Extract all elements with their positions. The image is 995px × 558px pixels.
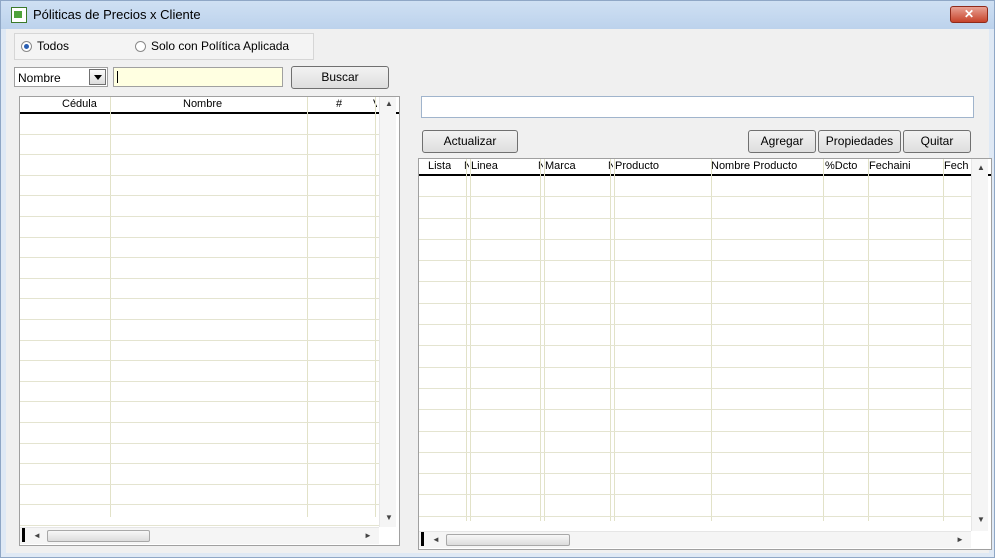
table-row[interactable] xyxy=(419,453,971,475)
scroll-left-icon[interactable]: ◄ xyxy=(33,531,41,540)
scroll-right-icon[interactable]: ► xyxy=(364,531,372,540)
prices-grid-header: Lista N Linea N Marca N Producto Nombre … xyxy=(419,159,991,176)
table-row[interactable] xyxy=(20,341,379,362)
scroll-up-icon[interactable]: ▲ xyxy=(385,99,393,108)
clients-grid-header: Cédula Nombre # V xyxy=(20,97,399,114)
table-row[interactable] xyxy=(20,505,379,526)
search-button[interactable]: Buscar xyxy=(291,66,389,89)
table-row[interactable] xyxy=(20,217,379,238)
scroll-down-icon[interactable]: ▼ xyxy=(385,513,393,522)
col-cedula[interactable]: Cédula xyxy=(62,98,97,110)
search-input[interactable] xyxy=(113,67,283,87)
client-area: Todos Solo con Política Aplicada Nombre … xyxy=(6,29,992,553)
add-button[interactable]: Agregar xyxy=(748,130,816,153)
col-fecha-fin[interactable]: Fech xyxy=(944,160,968,172)
table-row[interactable] xyxy=(419,197,971,219)
clients-horizontal-scrollbar[interactable]: ◄ ► xyxy=(20,527,379,544)
table-row[interactable] xyxy=(20,423,379,444)
table-row[interactable] xyxy=(419,368,971,389)
prices-vertical-scrollbar[interactable]: ▲ ▼ xyxy=(971,159,988,531)
radio-todos-label: Todos xyxy=(37,39,70,53)
table-row[interactable] xyxy=(20,464,379,485)
clients-grid[interactable]: Cédula Nombre # V ▲ ▼ ◄ ► xyxy=(19,96,400,546)
table-row[interactable] xyxy=(20,238,379,259)
search-field-value: Nombre xyxy=(18,71,61,85)
col-marca[interactable]: Marca xyxy=(545,160,576,172)
detail-filter-field[interactable] xyxy=(421,96,974,118)
col-nombre-producto[interactable]: Nombre Producto xyxy=(711,160,797,172)
col-linea[interactable]: Linea xyxy=(471,160,498,172)
table-row[interactable] xyxy=(419,176,971,198)
table-row[interactable] xyxy=(419,304,971,326)
table-row[interactable] xyxy=(419,389,971,411)
col-fechaini[interactable]: Fechaini xyxy=(869,160,911,172)
window-title: Póliticas de Precios x Cliente xyxy=(33,7,201,22)
table-row[interactable] xyxy=(419,240,971,262)
table-row[interactable] xyxy=(20,382,379,403)
prices-hscroll-thumb[interactable] xyxy=(446,534,570,546)
table-row[interactable] xyxy=(419,496,971,517)
table-row[interactable] xyxy=(20,299,379,320)
table-row[interactable] xyxy=(20,176,379,197)
col-dcto[interactable]: %Dcto xyxy=(825,160,857,172)
clients-hscroll-thumb[interactable] xyxy=(47,530,150,542)
table-row[interactable] xyxy=(419,432,971,453)
col-number[interactable]: # xyxy=(336,98,342,110)
record-marker xyxy=(421,532,424,546)
properties-button[interactable]: Propiedades xyxy=(818,130,901,153)
table-row[interactable] xyxy=(20,196,379,217)
app-window: Póliticas de Precios x Cliente ✕ Todos S… xyxy=(0,0,995,558)
chevron-down-icon[interactable] xyxy=(89,69,106,85)
table-row[interactable] xyxy=(20,361,379,382)
table-row[interactable] xyxy=(20,155,379,176)
table-row[interactable] xyxy=(419,474,971,496)
table-row[interactable] xyxy=(20,485,379,506)
scroll-down-icon[interactable]: ▼ xyxy=(977,515,985,524)
table-row[interactable] xyxy=(419,410,971,432)
refresh-button[interactable]: Actualizar xyxy=(422,130,518,153)
clients-vertical-scrollbar[interactable]: ▲ ▼ xyxy=(379,97,396,527)
search-field-select[interactable]: Nombre xyxy=(14,67,108,87)
radio-unselected-icon xyxy=(135,40,146,52)
radio-solo-politica-label: Solo con Política Aplicada xyxy=(151,39,290,53)
radio-selected-icon xyxy=(21,40,32,52)
col-lista[interactable]: Lista xyxy=(428,160,451,172)
prices-grid[interactable]: Lista N Linea N Marca N Producto Nombre … xyxy=(418,158,992,550)
scroll-right-icon[interactable]: ► xyxy=(956,535,964,544)
radio-solo-politica[interactable]: Solo con Política Aplicada xyxy=(135,39,289,53)
table-row[interactable] xyxy=(419,261,971,283)
table-row[interactable] xyxy=(419,283,971,304)
table-row[interactable] xyxy=(20,402,379,423)
radio-todos[interactable]: Todos xyxy=(21,39,69,53)
col-nombre[interactable]: Nombre xyxy=(183,98,222,110)
table-row[interactable] xyxy=(419,219,971,240)
filter-radio-group: Todos Solo con Política Aplicada xyxy=(14,33,314,60)
table-row[interactable] xyxy=(20,320,379,341)
col-producto[interactable]: Producto xyxy=(615,160,659,172)
table-row[interactable] xyxy=(20,114,379,135)
record-marker xyxy=(22,528,25,542)
table-row[interactable] xyxy=(20,279,379,300)
close-button[interactable]: ✕ xyxy=(950,6,988,23)
table-row[interactable] xyxy=(419,346,971,368)
table-row[interactable] xyxy=(20,135,379,156)
scroll-left-icon[interactable]: ◄ xyxy=(432,535,440,544)
table-row[interactable] xyxy=(20,444,379,465)
scroll-up-icon[interactable]: ▲ xyxy=(977,163,985,172)
table-row[interactable] xyxy=(419,325,971,347)
table-row[interactable] xyxy=(20,258,379,279)
title-bar: Póliticas de Precios x Cliente ✕ xyxy=(1,1,994,29)
prices-horizontal-scrollbar[interactable]: ◄ ► xyxy=(419,531,971,548)
remove-button[interactable]: Quitar xyxy=(903,130,971,153)
app-icon xyxy=(11,7,27,23)
